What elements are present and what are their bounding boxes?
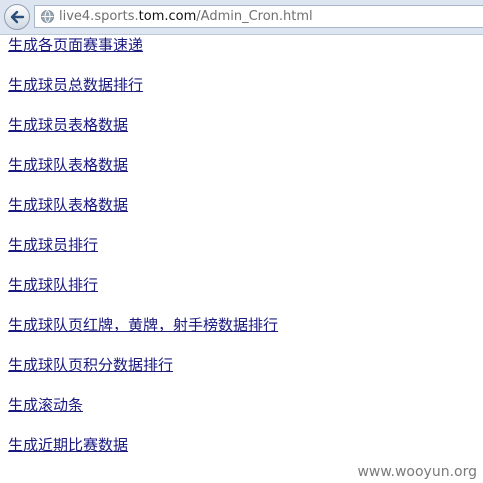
page: 生成各页面赛事速递 生成球员总数据排行 生成球员表格数据 生成球队表格数据 生成… bbox=[0, 0, 483, 483]
cron-link-team-cards-scorers-ranking[interactable]: 生成球队页红牌，黄牌，射手榜数据排行 bbox=[8, 316, 278, 334]
back-arrow-icon bbox=[10, 10, 25, 24]
cron-link-player-ranking[interactable]: 生成球员排行 bbox=[8, 236, 98, 254]
globe-icon bbox=[40, 9, 55, 24]
cron-link-player-total-ranking[interactable]: 生成球员总数据排行 bbox=[8, 76, 143, 94]
cron-link-team-table-data-2[interactable]: 生成球队表格数据 bbox=[8, 196, 128, 214]
address-url[interactable]: live4.sports.tom.com/Admin_Cron.html bbox=[59, 9, 313, 25]
cron-link-team-table-data[interactable]: 生成球队表格数据 bbox=[8, 156, 128, 174]
back-button[interactable] bbox=[4, 4, 30, 30]
browser-toolbar: live4.sports.tom.com/Admin_Cron.html bbox=[0, 0, 483, 35]
cron-link-player-table-data[interactable]: 生成球员表格数据 bbox=[8, 116, 128, 134]
watermark: www.wooyun.org bbox=[357, 464, 477, 480]
cron-link-team-points-ranking[interactable]: 生成球队页积分数据排行 bbox=[8, 356, 173, 374]
url-prefix: live4.sports. bbox=[59, 9, 139, 24]
url-path: /Admin_Cron.html bbox=[196, 9, 313, 24]
address-bar[interactable]: live4.sports.tom.com/Admin_Cron.html bbox=[34, 5, 483, 28]
cron-link-match-express[interactable]: 生成各页面赛事速递 bbox=[8, 36, 143, 54]
url-domain: tom.com bbox=[138, 9, 197, 24]
cron-link-team-ranking[interactable]: 生成球队排行 bbox=[8, 276, 98, 294]
cron-link-recent-matches[interactable]: 生成近期比赛数据 bbox=[8, 436, 128, 454]
cron-link-scroller[interactable]: 生成滚动条 bbox=[8, 396, 83, 414]
